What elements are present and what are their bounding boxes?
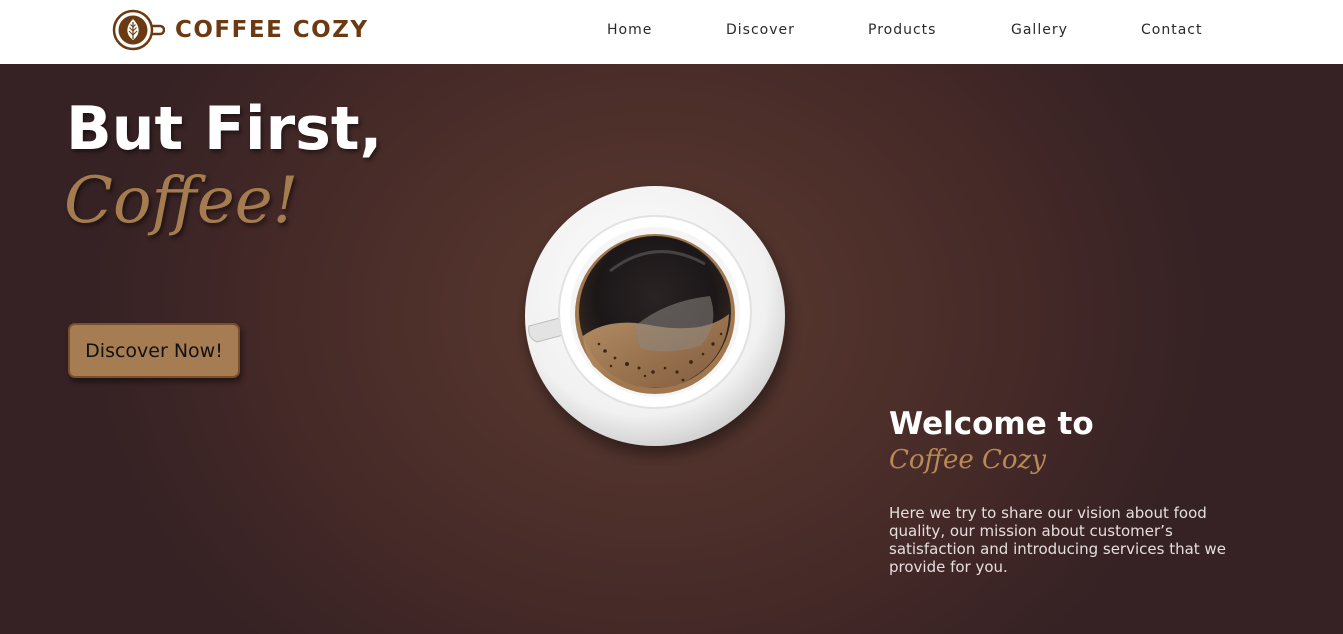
coffee-cup-image [525,186,785,446]
main-nav: Home Discover Products Gallery Contact [0,0,1343,64]
discover-now-button[interactable]: Discover Now! [68,323,240,378]
hero-headline: But First, [66,94,383,164]
welcome-title: Welcome to [889,406,1094,442]
welcome-script-name: Coffee Cozy [889,445,1046,475]
nav-products[interactable]: Products [868,22,936,38]
welcome-description: Here we try to share our vision about fo… [889,504,1226,576]
nav-discover[interactable]: Discover [726,22,795,38]
navbar: COFFEE COZY Home Discover Products Galle… [0,0,1343,64]
nav-contact[interactable]: Contact [1141,22,1202,38]
nav-gallery[interactable]: Gallery [1011,22,1068,38]
nav-home[interactable]: Home [607,22,652,38]
hero-section: But First, Coffee! Discover Now! Welcome… [0,64,1343,634]
hero-script-word: Coffee! [64,164,299,238]
